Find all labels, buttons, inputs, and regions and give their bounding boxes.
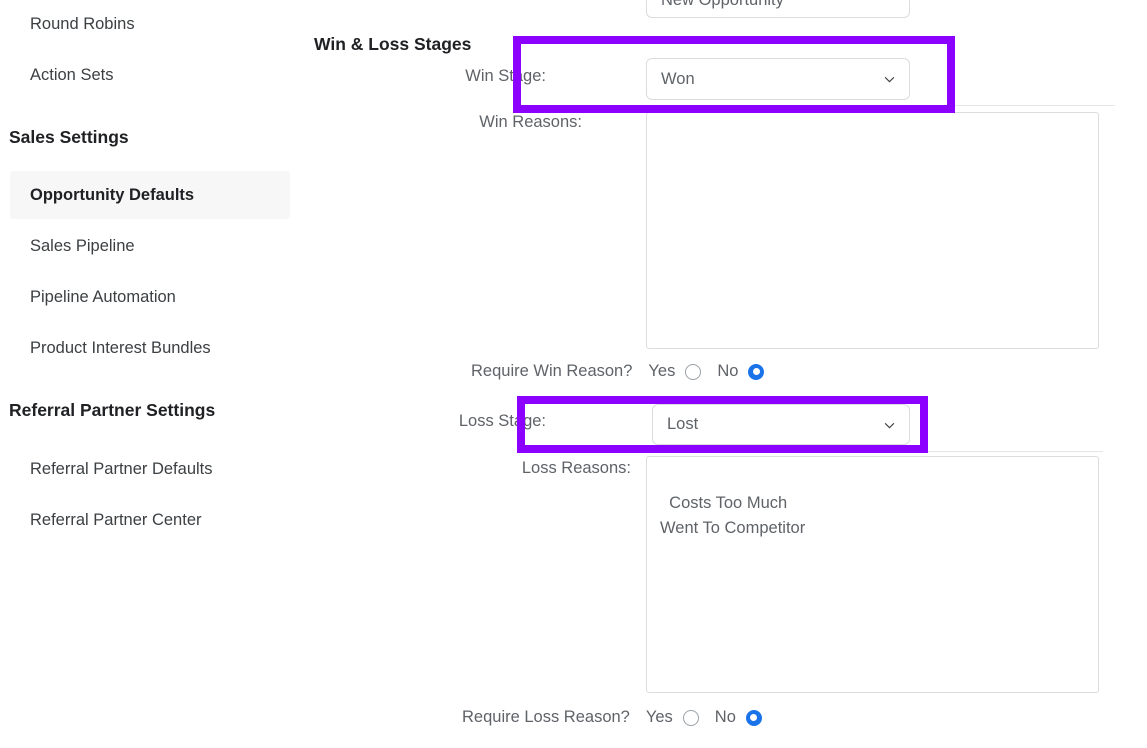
sidebar-item-label: Action Sets [30,65,114,84]
cutoff-field-select[interactable]: New Opportunity [646,0,910,18]
sidebar-item-label: Sales Pipeline [30,236,135,255]
loss-reasons-label: Loss Reasons: [521,459,631,477]
require-loss-reason-question: Require Loss Reason? [462,708,630,726]
sidebar-item-opportunity-defaults[interactable]: Opportunity Defaults [10,171,290,219]
row-divider [928,451,1103,452]
sidebar-item-label: Pipeline Automation [30,287,176,306]
sidebar-item-round-robins[interactable]: Round Robins [10,0,290,48]
sidebar-item-label: Round Robins [30,14,135,33]
win-stage-value: Won [661,69,695,88]
win-reasons-label: Win Reasons: [479,113,582,131]
section-title-win-loss-stages: Win & Loss Stages [314,34,472,54]
chevron-down-icon [884,74,895,85]
require-win-reason-no-label: No [717,362,739,380]
sidebar-heading-sales-settings: Sales Settings [9,127,129,147]
loss-stage-label: Loss Stage: [458,412,546,430]
settings-sidebar: Round Robins Action Sets Sales Settings … [0,0,300,748]
require-loss-reason-no-radio[interactable] [745,709,762,726]
sidebar-item-sales-pipeline[interactable]: Sales Pipeline [10,222,290,270]
require-win-reason-row: Require Win Reason? Yes No [471,362,765,381]
chevron-down-icon [884,420,895,431]
row-divider [955,105,1115,106]
win-stage-label: Win Stage: [465,67,546,85]
loss-stage-select[interactable]: Lost [652,404,910,445]
require-win-reason-no-radio[interactable] [748,363,765,380]
sidebar-item-pipeline-automation[interactable]: Pipeline Automation [10,273,290,321]
require-win-reason-yes-radio[interactable] [685,363,702,380]
sidebar-item-action-sets[interactable]: Action Sets [10,51,290,99]
sidebar-heading-referral-partner-settings: Referral Partner Settings [9,400,216,420]
win-reasons-textarea[interactable] [646,112,1099,349]
sidebar-item-referral-partner-center[interactable]: Referral Partner Center [10,496,290,544]
cutoff-field-value: New Opportunity [661,0,784,10]
resize-handle-icon[interactable] [1082,676,1096,690]
require-loss-reason-no-label: No [714,708,736,726]
sidebar-item-product-interest-bundles[interactable]: Product Interest Bundles [10,324,290,372]
sidebar-item-label: Referral Partner Defaults [30,459,213,478]
require-win-reason-yes-label: Yes [648,362,676,380]
loss-stage-value: Lost [667,415,699,433]
win-stage-select[interactable]: Won [646,58,910,100]
sidebar-item-label: Referral Partner Center [30,510,202,529]
loss-reasons-value: Costs Too Much Went To Competitor [660,494,806,537]
sidebar-item-label: Product Interest Bundles [30,338,211,357]
require-loss-reason-row: Require Loss Reason? Yes No [462,708,762,727]
require-loss-reason-yes-label: Yes [645,708,673,726]
resize-handle-icon[interactable] [1082,332,1096,346]
sidebar-item-referral-partner-defaults[interactable]: Referral Partner Defaults [10,445,290,493]
loss-reasons-textarea[interactable]: Costs Too Much Went To Competitor [646,456,1099,693]
sidebar-item-label: Opportunity Defaults [30,185,195,204]
require-loss-reason-yes-radio[interactable] [682,709,699,726]
require-win-reason-question: Require Win Reason? [471,362,633,380]
